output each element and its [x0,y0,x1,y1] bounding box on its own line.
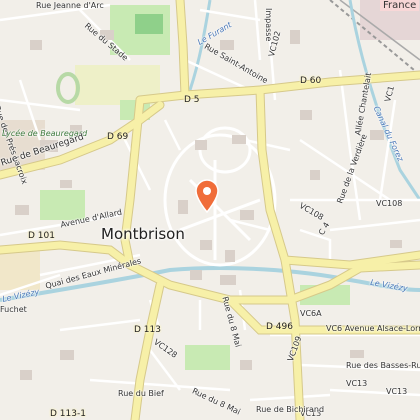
location-pin-icon[interactable] [194,179,220,213]
d5-shield: D 5 [184,95,200,105]
d496-shield: D 496 [266,322,293,332]
rue-jeanne-arc-label: Rue Jeanne d'Arc [36,1,104,10]
city-label: Montbrison [101,225,185,243]
vc6a-label: VC6A [300,309,322,318]
d113-1-shield: D 113-1 [50,409,86,419]
d101-shield: D 101 [28,231,55,241]
france-label: France [380,0,420,11]
vc6-avenue-label: VC6 Avenue Alsace-Lorraine [326,324,420,333]
d60-shield: D 60 [300,76,322,86]
vc108-label-2: VC108 [376,199,403,208]
rue-du-bief-label: Rue du Bief [118,389,164,398]
rue-de-bichirand-label: Rue de Bichirand [256,405,325,414]
vc13-label-2: VC13 [386,387,408,396]
stadium-pitch [135,14,163,34]
green-area-south [185,345,230,370]
d113-shield: D 113 [134,325,161,335]
vc13-label-1: VC13 [346,379,368,388]
map-view[interactable]: France Rue Jeanne d'Arc Rue du Stade Le … [0,0,420,420]
rue-basses-rues-label: Rue des Basses-Rues [346,361,420,370]
fuchet-label: Fuchet [0,305,27,314]
d69-shield: D 69 [107,132,129,142]
